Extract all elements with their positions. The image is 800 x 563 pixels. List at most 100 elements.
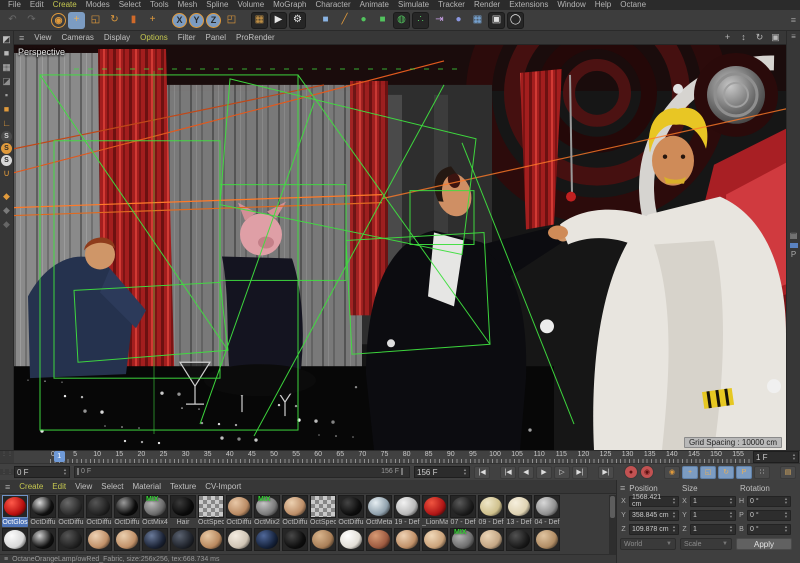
viewport[interactable]: ≡ ViewCamerasDisplayOptionsFilterPanelPr… xyxy=(14,31,786,450)
material-04-def[interactable]: 04 - Def xyxy=(533,494,561,527)
texture-mode-icon[interactable]: ▦ xyxy=(0,61,13,74)
workplane-b-icon[interactable]: ◆ xyxy=(0,218,13,231)
material-untitled[interactable] xyxy=(197,527,225,551)
material-hair[interactable]: Hair xyxy=(169,494,197,527)
polygons-mode-icon[interactable]: ■ xyxy=(0,103,13,116)
material-untitled[interactable] xyxy=(85,527,113,551)
material-octdiffu[interactable]: OctDiffu xyxy=(85,494,113,527)
menu-file[interactable]: File xyxy=(8,0,21,10)
material-untitled[interactable] xyxy=(421,527,449,551)
rotation-h-field[interactable]: 0 °▲▼ xyxy=(747,496,791,507)
vp-maximize-icon[interactable]: ▣ xyxy=(770,32,781,43)
vp-rotate-icon[interactable]: ↻ xyxy=(754,32,765,43)
size-y-field[interactable]: 1▲▼ xyxy=(690,510,736,521)
power-slider[interactable]: 0 F 156 F xyxy=(74,466,410,478)
transport-drag-handle[interactable]: ⋮⋮ xyxy=(0,469,14,475)
lock-x-icon[interactable]: X xyxy=(172,13,187,28)
workplane-mode-icon[interactable]: ◪ xyxy=(0,75,13,88)
status-menu-icon[interactable]: ≡ xyxy=(4,556,8,563)
menu-mesh[interactable]: Mesh xyxy=(178,0,198,10)
menu-render[interactable]: Render xyxy=(474,0,500,10)
mograph-icon[interactable]: ● xyxy=(355,12,372,29)
material-untitled[interactable] xyxy=(505,527,533,551)
frame-increment-spinner[interactable]: 1 F ▲▼ xyxy=(753,451,799,463)
range-start-marker[interactable]: 0 F xyxy=(77,468,91,475)
material-untitled[interactable] xyxy=(1,527,29,551)
material-octdiffu[interactable]: OctDiffu xyxy=(281,494,309,527)
material-untitled[interactable] xyxy=(225,527,253,551)
material-untitled[interactable] xyxy=(365,527,393,551)
vp-menu-panel[interactable]: Panel xyxy=(206,33,226,42)
menu-window[interactable]: Window xyxy=(557,0,585,10)
redo-icon[interactable]: ↷ xyxy=(23,12,40,29)
position-y-field[interactable]: 358.845 cm▲▼ xyxy=(629,510,679,521)
material-octmeta[interactable]: OctMeta xyxy=(365,494,393,527)
current-frame-spinner[interactable]: 0 F ▲▼ xyxy=(14,466,70,478)
menu-create[interactable]: Create xyxy=(53,0,77,10)
mat-menu-material[interactable]: Material xyxy=(133,482,161,491)
camera-icon[interactable]: ▣ xyxy=(488,12,505,29)
key-rotation-button[interactable]: ↻ xyxy=(718,466,734,479)
material-untitled[interactable]: MIX xyxy=(449,527,477,551)
material-octdiffu[interactable]: OctDiffu xyxy=(57,494,85,527)
simulate-icon[interactable]: ∴ xyxy=(412,12,429,29)
material-13-def[interactable]: 13 - Def xyxy=(505,494,533,527)
material-octmix4[interactable]: MIXOctMix4 xyxy=(141,494,169,527)
toolbar-overflow-icon[interactable]: ≡ xyxy=(791,15,796,25)
goto-end-button[interactable]: ▶| xyxy=(598,466,614,479)
menu-tools[interactable]: Tools xyxy=(150,0,169,10)
tracker-arrow-icon[interactable]: ⇥ xyxy=(431,12,448,29)
vp-zoom-icon[interactable]: ↕ xyxy=(738,32,749,43)
spline-pen-icon[interactable]: ╱ xyxy=(336,12,353,29)
viewport-menu-icon[interactable]: ≡ xyxy=(19,33,24,43)
magnet-snap-icon[interactable]: ∪ xyxy=(0,167,13,180)
material-octspec[interactable]: OctSpec xyxy=(309,494,337,527)
vp-menu-options[interactable]: Options xyxy=(140,33,168,42)
rotation-b-field[interactable]: 0 °▲▼ xyxy=(747,524,791,535)
range-end-marker[interactable]: 156 F xyxy=(381,468,403,475)
generator-icon[interactable]: ◍ xyxy=(393,12,410,29)
material-untitled[interactable] xyxy=(393,527,421,551)
menu-character[interactable]: Character xyxy=(316,0,351,10)
lock-y-icon[interactable]: Y xyxy=(189,13,204,28)
key-position-button[interactable]: + xyxy=(682,466,698,479)
next-key-button[interactable]: ▶| xyxy=(572,466,588,479)
material-scrollbar[interactable] xyxy=(609,495,616,554)
range-end-spinner[interactable]: 156 F ▲▼ xyxy=(414,466,470,478)
mat-menu-select[interactable]: Select xyxy=(101,482,123,491)
material-untitled[interactable] xyxy=(533,527,561,551)
workplane-a-icon[interactable]: ◆ xyxy=(0,204,13,217)
coord-system-dropdown[interactable]: World▼ xyxy=(620,538,676,550)
panel-menu-icon[interactable]: ≡ xyxy=(791,33,796,41)
material-07-def[interactable]: 07 - Def xyxy=(449,494,477,527)
menu-edit[interactable]: Edit xyxy=(30,0,44,10)
quantize-icon[interactable]: ◆ xyxy=(0,190,13,203)
material-octspec[interactable]: OctSpec xyxy=(197,494,225,527)
vp-menu-prorender[interactable]: ProRender xyxy=(236,33,275,42)
last-tool-icon[interactable]: ▮ xyxy=(125,12,142,29)
prev-key-button[interactable]: |◀ xyxy=(500,466,516,479)
viewport-canvas[interactable]: Perspective Grid Spacing : 10000 cm xyxy=(14,45,786,450)
material-menu-icon[interactable]: ≡ xyxy=(5,482,10,492)
coord-system-icon[interactable]: ◰ xyxy=(223,12,240,29)
attributes-panel-icon[interactable]: P xyxy=(791,251,796,259)
auto-snap-icon[interactable]: S xyxy=(1,143,12,154)
material--lionma[interactable]: _LionMa xyxy=(421,494,449,527)
menu-animate[interactable]: Animate xyxy=(360,0,389,10)
material-octglos[interactable]: OctGlos xyxy=(1,494,29,527)
menu-select[interactable]: Select xyxy=(119,0,141,10)
menu-simulate[interactable]: Simulate xyxy=(398,0,429,10)
vp-menu-display[interactable]: Display xyxy=(104,33,130,42)
move-tool-icon[interactable]: + xyxy=(68,12,85,29)
timeline-ruler[interactable]: 0510152025303540455055606570758085909510… xyxy=(14,451,752,463)
menu-extensions[interactable]: Extensions xyxy=(509,0,548,10)
cloth-grid-icon[interactable]: ▦ xyxy=(469,12,486,29)
scale-mode-dropdown[interactable]: Scale▼ xyxy=(680,538,732,550)
coords-menu-icon[interactable]: ≡ xyxy=(620,483,625,493)
next-frame-button[interactable]: ▷ xyxy=(554,466,570,479)
material-untitled[interactable] xyxy=(57,527,85,551)
spinner-arrows-icon[interactable]: ▲▼ xyxy=(463,468,467,475)
volume-icon[interactable]: ■ xyxy=(374,12,391,29)
material-untitled[interactable] xyxy=(309,527,337,551)
undo-icon[interactable]: ↶ xyxy=(4,12,21,29)
